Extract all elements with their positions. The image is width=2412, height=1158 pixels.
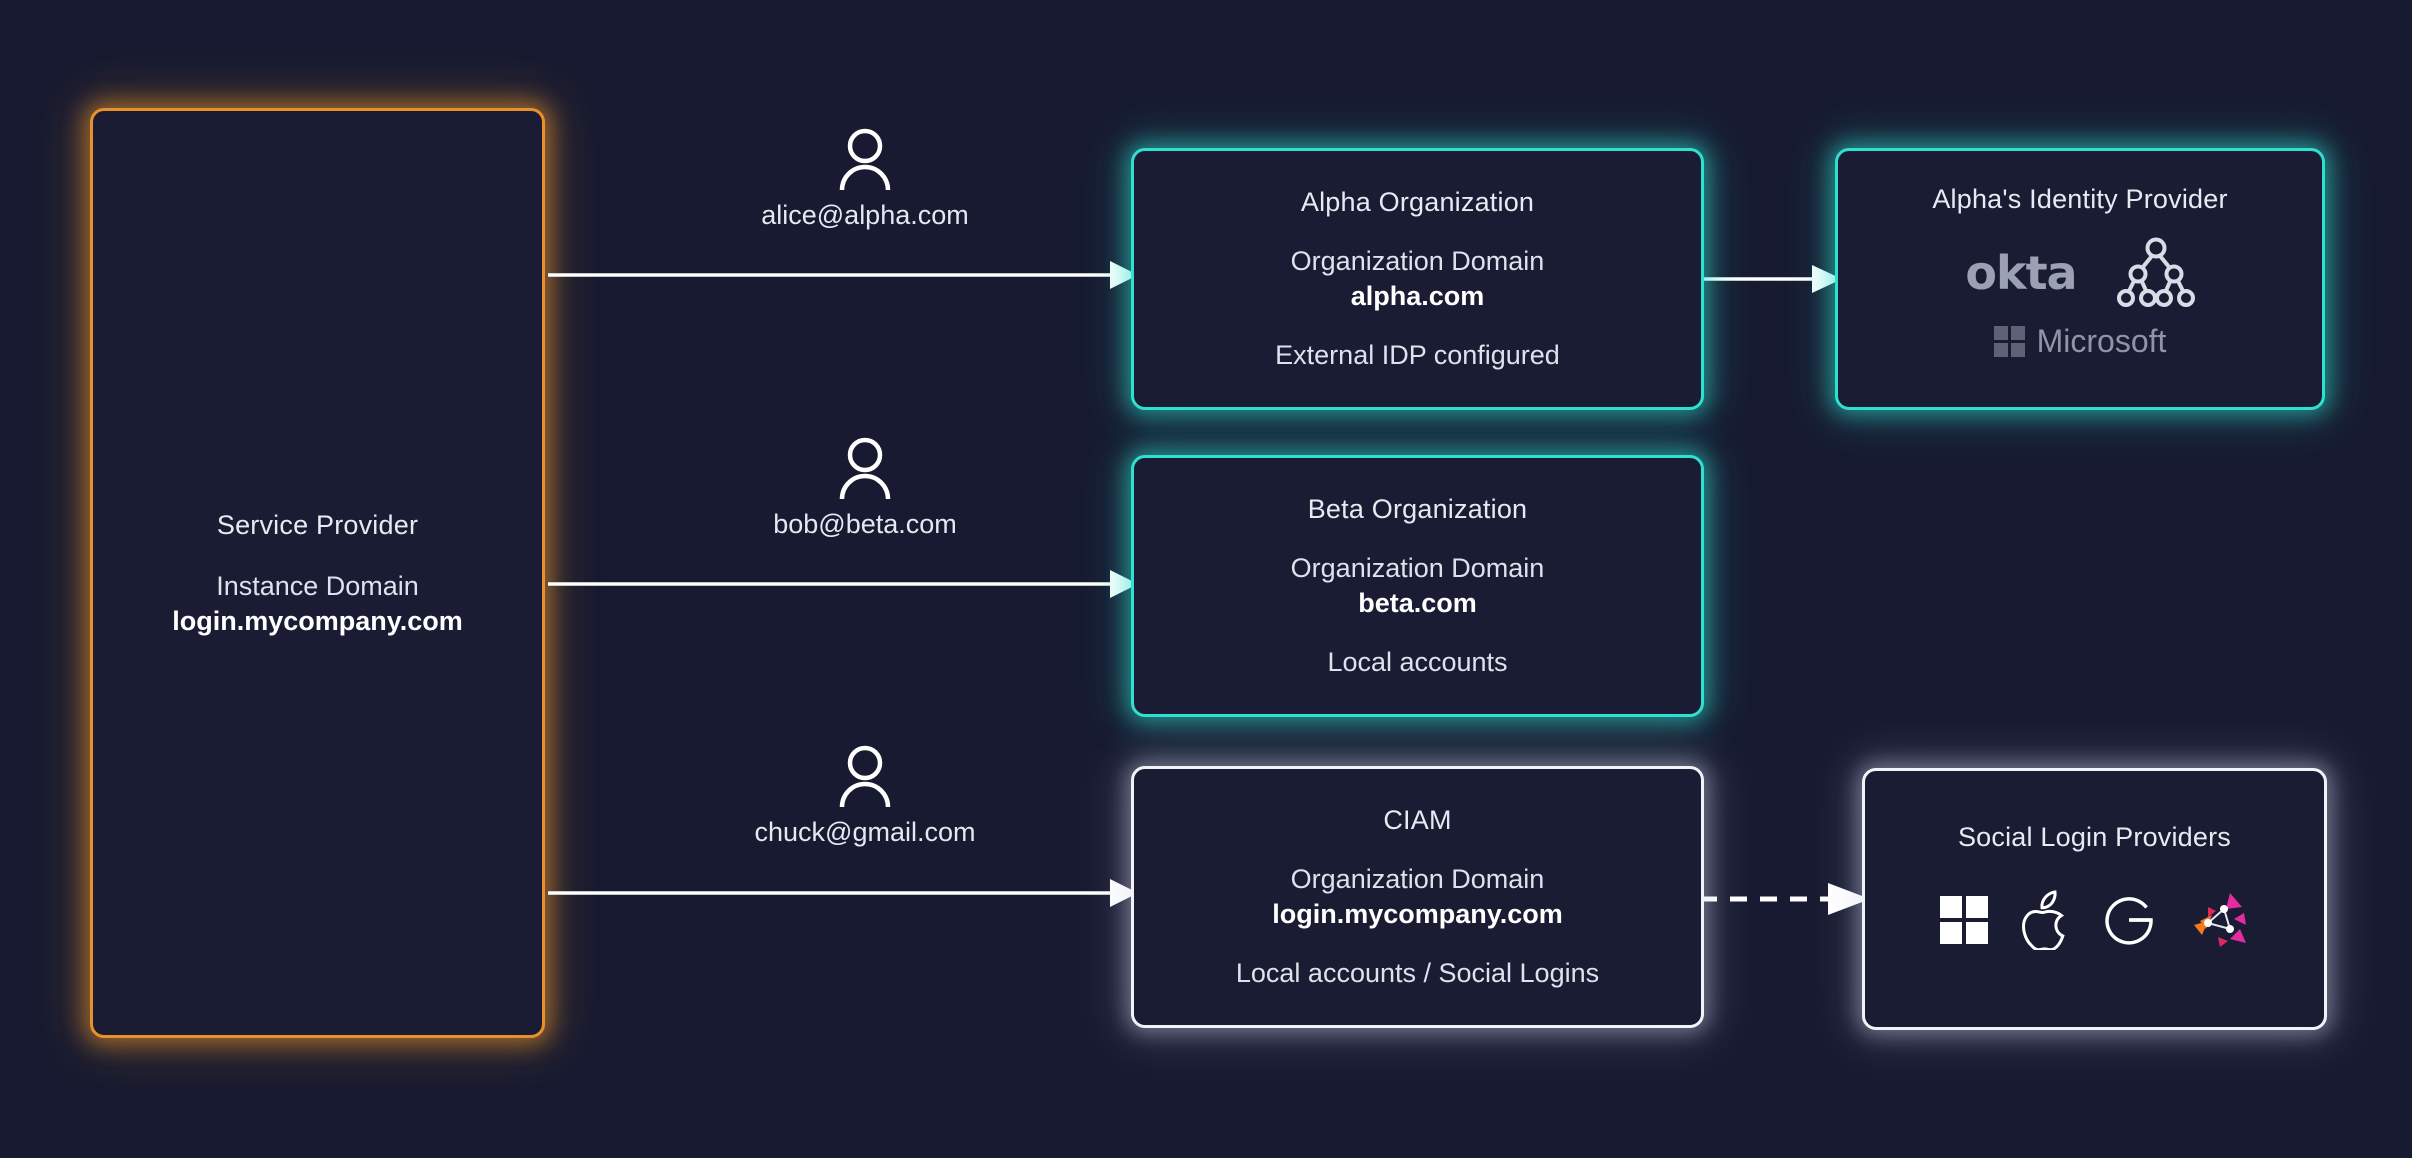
social-logo-row bbox=[1939, 889, 2250, 951]
social-login-providers-box: Social Login Providers bbox=[1862, 768, 2327, 1030]
connector-bob-to-beta bbox=[548, 570, 1138, 598]
actor-bob: bob@beta.com bbox=[690, 437, 1040, 540]
org-ciam-domain-value: login.mycompany.com bbox=[1272, 899, 1563, 929]
org-beta-domain-value: beta.com bbox=[1358, 588, 1477, 618]
identity-provider-box: Alpha's Identity Provider okta Microsoft bbox=[1835, 148, 2325, 410]
apple-icon bbox=[2021, 889, 2065, 950]
org-ciam-box: CIAM Organization Domain login.mycompany… bbox=[1131, 766, 1704, 1028]
org-alpha-domain-label: Organization Domain bbox=[1290, 246, 1545, 276]
org-beta-footer: Local accounts bbox=[1327, 647, 1508, 677]
actor-alice-email: alice@alpha.com bbox=[761, 200, 969, 230]
user-icon bbox=[839, 128, 891, 190]
org-beta-title: Beta Organization bbox=[1307, 494, 1528, 524]
service-provider-box: Service Provider Instance Domain login.m… bbox=[90, 108, 545, 1038]
social-login-providers-title: Social Login Providers bbox=[1957, 821, 2232, 852]
identity-provider-title: Alpha's Identity Provider bbox=[1932, 184, 2228, 214]
user-icon bbox=[839, 745, 891, 807]
microsoft-wordmark: Microsoft bbox=[2036, 323, 2167, 359]
service-provider-title: Service Provider bbox=[216, 509, 419, 540]
org-alpha-box: Alpha Organization Organization Domain a… bbox=[1131, 148, 1704, 410]
connector-alice-to-alpha bbox=[548, 261, 1138, 289]
org-ciam-title: CIAM bbox=[1383, 805, 1452, 835]
org-ciam-domain-label: Organization Domain bbox=[1290, 864, 1545, 894]
microsoft-logo: Microsoft bbox=[1993, 323, 2167, 360]
identity-architecture-diagram: Service Provider Instance Domain login.m… bbox=[0, 0, 2412, 1158]
service-provider-domain-value: login.mycompany.com bbox=[172, 605, 463, 636]
connector-chuck-to-ciam bbox=[548, 879, 1138, 907]
user-icon bbox=[839, 437, 891, 499]
microsoft-icon bbox=[1939, 895, 1988, 944]
actor-chuck: chuck@gmail.com bbox=[690, 745, 1040, 848]
actor-chuck-email: chuck@gmail.com bbox=[754, 817, 976, 847]
auth0-icon bbox=[2193, 892, 2246, 947]
connector-ciam-to-social bbox=[1700, 883, 1870, 915]
org-beta-box: Beta Organization Organization Domain be… bbox=[1131, 455, 1704, 717]
org-alpha-title: Alpha Organization bbox=[1300, 187, 1535, 217]
ldap-tree-icon bbox=[2116, 237, 2195, 307]
google-icon bbox=[2104, 896, 2153, 945]
org-alpha-domain-value: alpha.com bbox=[1350, 281, 1485, 311]
actor-bob-email: bob@beta.com bbox=[773, 509, 957, 539]
org-ciam-footer: Local accounts / Social Logins bbox=[1235, 958, 1600, 988]
org-beta-domain-label: Organization Domain bbox=[1290, 553, 1545, 583]
org-alpha-footer: External IDP configured bbox=[1275, 340, 1560, 370]
service-provider-domain-label: Instance Domain bbox=[216, 570, 419, 601]
connector-alpha-to-idp bbox=[1700, 265, 1842, 293]
actor-alice: alice@alpha.com bbox=[690, 128, 1040, 231]
idp-logo-row: okta bbox=[1965, 237, 2195, 309]
microsoft-squares-icon bbox=[1993, 326, 2025, 357]
okta-logo: okta bbox=[1965, 246, 2077, 300]
